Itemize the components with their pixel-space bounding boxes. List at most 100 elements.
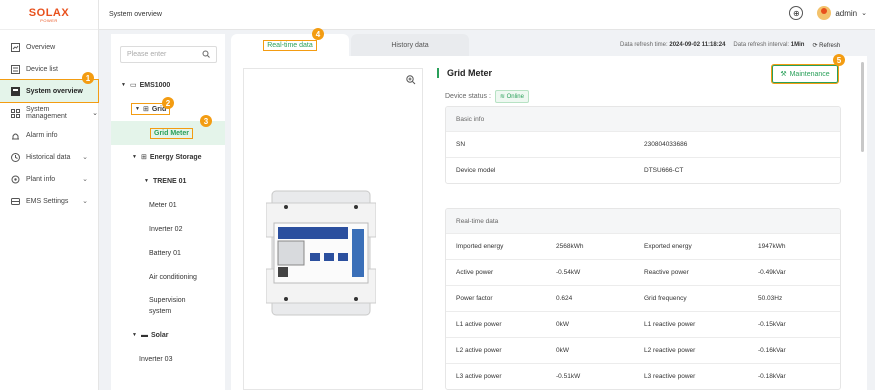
logo-x: X (61, 6, 70, 19)
refresh-info: Data refresh time: 2024-09-02 11:18:24 D… (620, 42, 840, 49)
callout-badge-3: 3 (200, 115, 212, 127)
sidebar-item-label: EMS Settings (26, 197, 69, 205)
table-row: SN 230804033686 (446, 131, 840, 157)
tree-item-inverter-02[interactable]: Inverter 02 (111, 217, 225, 241)
tree-item-supervision[interactable]: Supervision system (111, 289, 191, 323)
caret-down-icon: ▼ (132, 332, 137, 338)
sidebar-item-label: Alarm info (26, 131, 58, 139)
tree-label: TRENE 01 (152, 177, 187, 185)
field-value: -0.18kVar (758, 373, 786, 380)
callout-badge-5: 5 (833, 54, 845, 66)
tree-item-grid-meter[interactable]: Grid Meter 3 (111, 115, 225, 145)
sidebar-item-plant-info[interactable]: Plant info ⌄ (0, 168, 98, 190)
refresh-interval-label: Data refresh interval: (733, 42, 790, 48)
field-label: Device model (456, 167, 496, 174)
ems-node-icon: ▭ (129, 82, 137, 89)
table-row: Active power -0.54kW Reactive power -0.49kV… (446, 259, 840, 285)
field-label: L1 active power (456, 321, 502, 328)
table-row: L2 active power 0kW L2 reactive power -0.16… (446, 337, 840, 363)
field-label: SN (456, 141, 466, 148)
tree-item-energy-storage[interactable]: ▼ ⊞ Energy Storage (111, 145, 225, 169)
maintenance-button[interactable]: ⚒ Maintenance 5 (771, 54, 845, 84)
tree-label: Inverter 03 (139, 355, 173, 363)
field-label: Power factor (456, 295, 493, 302)
tree-item-ems[interactable]: ▼ ▭ EMS1000 (111, 73, 225, 97)
realtime-data-card: Real-time data Imported energy 2568kWh Exp… (445, 208, 841, 390)
sidebar-item-label: Historical data (26, 153, 71, 161)
tree-item-inverter-03[interactable]: Inverter 03 (111, 347, 225, 371)
breadcrumb: System overview (109, 11, 162, 18)
wrench-icon: ⚒ (780, 71, 787, 78)
field-label: L3 reactive power (644, 373, 696, 380)
plant-icon (10, 174, 20, 184)
sidebar-item-label: System overview (26, 87, 83, 95)
field-value: 0.624 (556, 295, 573, 302)
field-label: Imported energy (456, 243, 504, 250)
field-value: -0.16kVar (758, 347, 786, 354)
device-tree-panel: Please enter ▼ ▭ EMS1000 ▼ ⊞ Grid 2 Grid… (111, 34, 225, 390)
tree-item-trene[interactable]: ▼ TRENE 01 (111, 169, 225, 193)
grid-node-icon: ⊞ (142, 106, 149, 113)
table-row: Imported energy 2568kWh Exported energy 194… (446, 233, 840, 259)
tree-label: Battery 01 (149, 249, 181, 257)
search-input[interactable]: Please enter (120, 46, 217, 63)
sidebar-item-system-overview[interactable]: System overview 1 (0, 72, 99, 103)
tab-history-data[interactable]: History data (351, 34, 469, 56)
avatar (817, 6, 832, 20)
refresh-interval: 1Min (790, 42, 805, 48)
field-value: -0.54kW (556, 269, 581, 276)
tree-item-solar[interactable]: ▼ ▬ Solar (111, 323, 225, 347)
sidebar-item-alarm-info[interactable]: Alarm info (0, 124, 98, 146)
field-value: -0.51kW (556, 373, 581, 380)
tree-item-air-conditioning[interactable]: Air conditioning (111, 265, 225, 289)
solar-node-icon: ▬ (140, 331, 148, 339)
user-menu[interactable]: admin ⌄ (817, 6, 867, 20)
sidebar-item-ems-settings[interactable]: EMS Settings ⌄ (0, 190, 98, 212)
sidebar-item-historical-data[interactable]: Historical data ⌄ (0, 146, 98, 168)
refresh-time-label: Data refresh time: (620, 42, 668, 48)
field-label: Exported energy (644, 243, 692, 250)
refresh-time: 2024-09-02 11:18:24 (669, 42, 726, 48)
system-management-icon (10, 108, 20, 118)
search-icon (202, 50, 210, 60)
refresh-icon: ⟳ (812, 43, 818, 49)
sidebar-item-label: Device list (26, 65, 58, 73)
field-label: Grid frequency (644, 295, 687, 302)
tree-label: Grid Meter (154, 129, 190, 137)
field-value: 2568kWh (556, 243, 584, 250)
meter-device-image (266, 190, 376, 316)
field-value: 0kW (556, 347, 569, 354)
device-list-icon (10, 64, 20, 74)
tree-item-meter[interactable]: Meter 01 (111, 193, 225, 217)
field-value: DTSU666-CT (644, 167, 684, 174)
caret-down-icon: ▼ (132, 154, 137, 160)
field-label: L1 reactive power (644, 321, 696, 328)
caret-down-icon: ▼ (144, 178, 149, 184)
table-row: Device model DTSU666-CT (446, 157, 840, 183)
ems-icon (10, 196, 20, 206)
search-placeholder: Please enter (127, 51, 167, 58)
tree-label: Meter 01 (149, 201, 177, 209)
field-label: Active power (456, 269, 494, 276)
tree-item-battery[interactable]: Battery 01 (111, 241, 225, 265)
status-value: Online (506, 94, 524, 100)
wifi-icon: ≋ (499, 94, 505, 100)
sidebar-item-overview[interactable]: Overview (0, 36, 98, 58)
field-label: L3 active power (456, 373, 502, 380)
username: admin (835, 8, 858, 18)
zoom-in-icon[interactable] (406, 75, 416, 85)
device-image-box (243, 68, 423, 390)
globe-icon[interactable]: ⊕ (789, 6, 804, 20)
sidebar-item-system-management[interactable]: System management ⌄ (0, 102, 98, 124)
card-header: Basic info (446, 107, 840, 131)
chevron-down-icon: ⌄ (92, 110, 98, 117)
field-label: Reactive power (644, 269, 689, 276)
field-value: 230804033686 (644, 141, 688, 148)
scrollbar[interactable] (861, 62, 864, 152)
refresh-button[interactable]: ⟳ Refresh (812, 42, 840, 49)
field-value: 1947kWh (758, 243, 786, 250)
sidebar: SOLAX POWER Overview Device list System … (0, 0, 99, 390)
callout-badge-1: 1 (82, 72, 94, 84)
basic-info-card: Basic info SN 230804033686 Device model DT… (445, 106, 841, 184)
tab-realtime-data[interactable]: Real-time data 4 (231, 28, 349, 56)
